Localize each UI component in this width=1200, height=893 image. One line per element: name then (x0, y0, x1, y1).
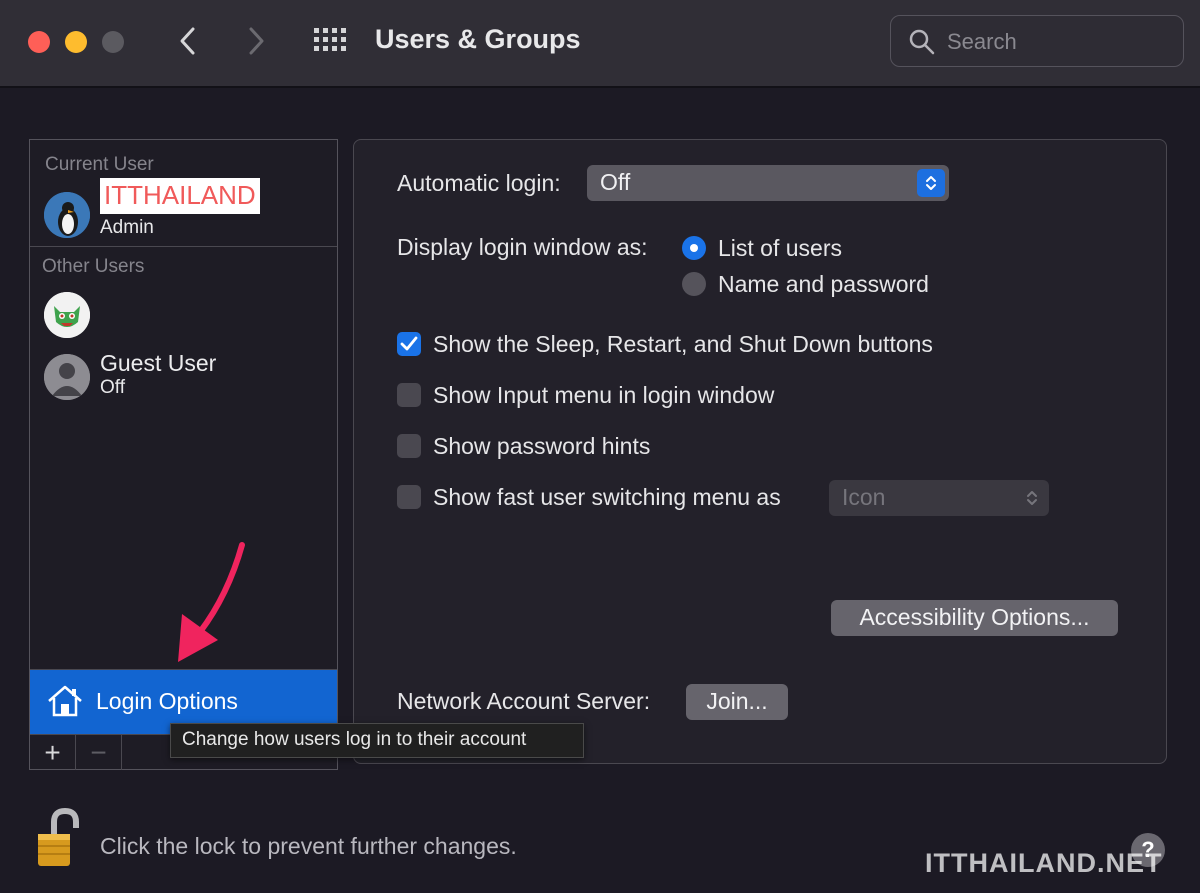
person-icon (44, 354, 90, 400)
user-name: Guest User (100, 350, 217, 376)
login-options-panel: Automatic login: Off Display login windo… (353, 139, 1167, 764)
radio-list-of-users[interactable] (682, 236, 706, 260)
title-bar: Users & Groups (0, 0, 1200, 88)
current-user-header: Current User (45, 154, 154, 175)
user-row-other[interactable] (30, 290, 337, 342)
popup-stepper-icon (917, 169, 945, 197)
radio-name-and-password-label[interactable]: Name and password (718, 271, 929, 298)
annotation-arrow-icon (178, 542, 245, 662)
checkbox-fast-user-switching[interactable] (397, 485, 421, 509)
fast-switching-popup[interactable]: Icon (829, 480, 1049, 516)
display-login-window-label: Display login window as: (397, 234, 648, 260)
user-row-guest[interactable]: Guest User Off (30, 350, 337, 406)
lock-button[interactable] (32, 807, 84, 873)
checkbox-input-menu-label[interactable]: Show Input menu in login window (433, 382, 774, 409)
dragon-avatar-icon (44, 292, 90, 338)
radio-name-and-password[interactable] (682, 272, 706, 296)
checkbox-password-hints[interactable] (397, 434, 421, 458)
minimize-window-button[interactable] (65, 31, 87, 53)
checkmark-icon (400, 336, 418, 351)
user-avatar (44, 192, 90, 238)
back-button[interactable] (168, 20, 208, 62)
accessibility-options-button[interactable]: Accessibility Options... (831, 600, 1118, 636)
close-window-button[interactable] (28, 31, 50, 53)
sidebar-divider (30, 246, 337, 247)
checkbox-password-hints-label[interactable]: Show password hints (433, 433, 650, 460)
zoom-window-button[interactable] (102, 31, 124, 53)
penguin-avatar-icon (44, 192, 90, 238)
lock-status-text: Click the lock to prevent further change… (100, 833, 517, 859)
login-options-tooltip: Change how users log in to their account (170, 723, 584, 758)
watermark: ITTHAILAND.NET (925, 848, 1163, 878)
users-sidebar: Current User ITTHAILAND Admin Other User… (29, 139, 338, 770)
fast-switching-value: Icon (842, 484, 886, 510)
checkbox-sleep-restart-shutdown[interactable] (397, 332, 421, 356)
login-options-label: Login Options (96, 688, 238, 714)
house-icon (48, 685, 82, 717)
remove-user-button[interactable]: − (76, 735, 122, 770)
automatic-login-popup[interactable]: Off (587, 165, 949, 201)
user-role: Admin (100, 217, 154, 238)
network-account-server-label: Network Account Server: (397, 688, 651, 714)
user-name: ITTHAILAND (100, 178, 260, 214)
chevron-left-icon (180, 27, 195, 55)
user-row-current[interactable]: ITTHAILAND Admin (30, 178, 337, 242)
popup-stepper-icon (1027, 491, 1037, 505)
checkbox-input-menu[interactable] (397, 383, 421, 407)
other-users-header: Other Users (42, 256, 145, 277)
search-field[interactable] (890, 15, 1184, 67)
automatic-login-value: Off (600, 169, 631, 195)
window-title: Users & Groups (375, 24, 581, 54)
forward-button[interactable] (236, 20, 276, 62)
user-avatar (44, 292, 90, 338)
chevron-right-icon (249, 27, 264, 55)
unlocked-padlock-icon (38, 807, 79, 866)
user-avatar (44, 354, 90, 400)
user-status: Off (100, 377, 125, 398)
radio-list-of-users-label[interactable]: List of users (718, 235, 842, 262)
search-icon (909, 29, 935, 55)
search-input[interactable] (947, 26, 1167, 58)
grid-icon (314, 28, 346, 51)
automatic-login-label: Automatic login: (397, 170, 561, 196)
show-all-button[interactable] (310, 24, 350, 60)
checkbox-sleep-restart-shutdown-label[interactable]: Show the Sleep, Restart, and Shut Down b… (433, 331, 933, 358)
join-button[interactable]: Join... (686, 684, 788, 720)
add-user-button[interactable]: + (30, 735, 76, 770)
checkbox-fast-user-switching-label[interactable]: Show fast user switching menu as (433, 484, 781, 511)
